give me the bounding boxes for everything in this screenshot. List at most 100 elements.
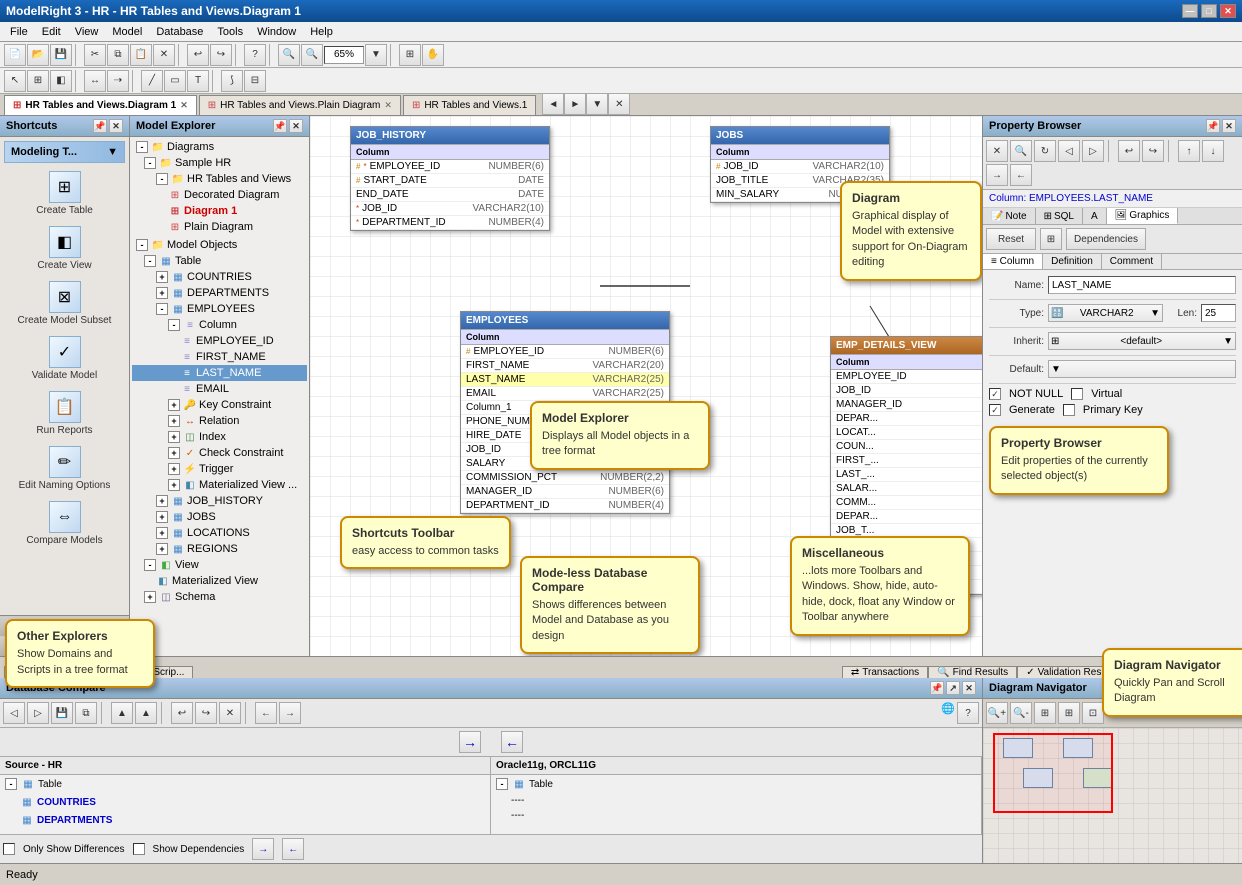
comp-undo[interactable]: ↩ <box>171 702 193 724</box>
compare-close[interactable]: ✕ <box>962 681 976 695</box>
redo-button[interactable]: ↪ <box>210 44 232 66</box>
rel-expand[interactable]: + <box>168 415 180 427</box>
new-button[interactable]: 📄 <box>4 44 26 66</box>
shortcut-validate[interactable]: ✓ Validate Model <box>4 332 125 385</box>
sample-hr-expand[interactable]: - <box>144 157 156 169</box>
menu-database[interactable]: Database <box>150 24 209 40</box>
edv-row-7[interactable]: LAST_... <box>831 468 982 482</box>
select-button[interactable]: ↖ <box>4 70 26 92</box>
prop-subtab-comment[interactable]: Comment <box>1102 254 1162 269</box>
prop-name-input[interactable] <box>1048 276 1236 294</box>
edv-row-0[interactable]: EMPLOYEE_ID <box>831 370 982 384</box>
loc-expand[interactable]: + <box>156 527 168 539</box>
prop-pin[interactable]: 📌 <box>1206 119 1220 133</box>
source-departments-node[interactable]: ▦ DEPARTMENTS <box>0 811 490 829</box>
tab-hr-tables[interactable]: ⊞ HR Tables and Views.1 <box>403 95 536 115</box>
employees-item[interactable]: - ▦ EMPLOYEES <box>132 301 307 317</box>
target-item-1[interactable]: ---- <box>491 808 981 823</box>
reg-expand[interactable]: + <box>156 543 168 555</box>
emp-row-9[interactable]: COMMISSION_PCT NUMBER(2,2) <box>461 471 669 485</box>
prop-redo[interactable]: ↪ <box>1142 140 1164 162</box>
comp-back[interactable]: ◁ <box>3 702 25 724</box>
show-deps-checkbox[interactable] <box>133 843 145 855</box>
comp-delete[interactable]: ✕ <box>219 702 241 724</box>
sync-left[interactable]: ← <box>501 731 523 753</box>
menu-window[interactable]: Window <box>251 24 302 40</box>
plain-diagram-item[interactable]: ⊞ Plain Diagram <box>132 219 307 235</box>
copy-button[interactable]: ⧉ <box>107 44 129 66</box>
primary-key-checkbox[interactable] <box>1063 404 1075 416</box>
mo-expand[interactable]: - <box>136 239 148 251</box>
only-diff-checkbox[interactable] <box>3 843 15 855</box>
nav-fit[interactable]: ⊞ <box>1034 702 1056 724</box>
cut-button[interactable]: ✂ <box>84 44 106 66</box>
nav-zoom-out[interactable]: 🔍- <box>1010 702 1032 724</box>
tab-plain-close[interactable]: ✕ <box>384 100 392 111</box>
prop-reset-btn[interactable]: Reset <box>986 228 1036 250</box>
jobs-item[interactable]: + ▦ JOBS <box>132 509 307 525</box>
view-tool[interactable]: ◧ <box>50 70 72 92</box>
shortcuts-pin[interactable]: 📌 <box>93 119 107 133</box>
email-item[interactable]: ≡ EMAIL <box>132 381 307 397</box>
bottom-tab-transactions[interactable]: ⇄ Transactions <box>842 666 928 678</box>
prop-search[interactable]: 🔍 <box>1010 140 1032 162</box>
prop-deps-icon[interactable]: ⊞ <box>1040 228 1062 250</box>
close-button[interactable]: ✕ <box>1220 4 1236 18</box>
mat-expand[interactable]: + <box>168 479 180 491</box>
edv-row-1[interactable]: JOB_ID <box>831 384 982 398</box>
footer-left[interactable]: ← <box>282 838 304 860</box>
regions-item[interactable]: + ▦ REGIONS <box>132 541 307 557</box>
tab-plain-diagram[interactable]: ⊞ HR Tables and Views.Plain Diagram ✕ <box>199 95 401 115</box>
comp-fwd[interactable]: ▷ <box>27 702 49 724</box>
diagram1-item[interactable]: ⊞ Diagram 1 <box>132 203 307 219</box>
explorer-pin[interactable]: 📌 <box>273 119 287 133</box>
menu-file[interactable]: File <box>4 24 34 40</box>
trigger-item[interactable]: + ⚡ Trigger <box>132 461 307 477</box>
comp-copy[interactable]: ⧉ <box>75 702 97 724</box>
prop-tab-note[interactable]: 📝 Note <box>983 208 1036 224</box>
virtual-checkbox[interactable] <box>1071 388 1083 400</box>
paste-button[interactable]: 📋 <box>130 44 152 66</box>
rel-tool[interactable]: ↔ <box>84 70 106 92</box>
zoom-out-button[interactable]: 🔍 <box>301 44 323 66</box>
jh-row-1[interactable]: # START_DATE DATE <box>351 174 549 188</box>
table-expand[interactable]: - <box>144 255 156 267</box>
prop-len-input[interactable] <box>1201 304 1236 322</box>
tab-diagram1[interactable]: ⊞ HR Tables and Views.Diagram 1 ✕ <box>4 95 197 115</box>
prop-close[interactable]: ✕ <box>1222 119 1236 133</box>
prop-up[interactable]: ↑ <box>1178 140 1200 162</box>
maximize-button[interactable]: □ <box>1201 4 1217 18</box>
save-button[interactable]: 💾 <box>50 44 72 66</box>
tgt-tbl-expand[interactable]: - <box>496 778 508 790</box>
prop-tab-sql[interactable]: ⊞ SQL <box>1036 208 1083 224</box>
jh-expand[interactable]: + <box>156 495 168 507</box>
table-section-item[interactable]: - ▦ Table <box>132 253 307 269</box>
prop-tab-graphics[interactable]: 🖼 Graphics <box>1107 208 1179 224</box>
edv-row-4[interactable]: LOCAT... <box>831 426 982 440</box>
prop-left[interactable]: ← <box>1010 164 1032 186</box>
edv-row-3[interactable]: DEPAR... <box>831 412 982 426</box>
footer-right[interactable]: → <box>252 838 274 860</box>
col-section-item[interactable]: - ≡ Column <box>132 317 307 333</box>
edv-row-10[interactable]: DEPAR... <box>831 510 982 524</box>
compare-float[interactable]: ↗ <box>946 681 960 695</box>
schema-expand[interactable]: + <box>144 591 156 603</box>
pan-button[interactable]: ✋ <box>422 44 444 66</box>
shortcut-create-table[interactable]: ⊞ Create Table <box>4 167 125 220</box>
prop-back[interactable]: ✕ <box>986 140 1008 162</box>
box-tool[interactable]: ▭ <box>164 70 186 92</box>
prop-subtab-definition[interactable]: Definition <box>1043 254 1102 269</box>
prop-inherit-select[interactable]: ⊞ <default> ▼ <box>1048 332 1236 350</box>
prop-deps-btn[interactable]: Dependencies <box>1066 228 1146 250</box>
idx-expand[interactable]: + <box>168 431 180 443</box>
mat-view-section-item[interactable]: ◧ Materialized View <box>132 573 307 589</box>
menu-edit[interactable]: Edit <box>36 24 67 40</box>
fk-tool[interactable]: ⇢ <box>107 70 129 92</box>
zoom-dropdown[interactable]: ▼ <box>365 44 387 66</box>
tab-diagram1-close[interactable]: ✕ <box>180 100 188 111</box>
comp-redo[interactable]: ↪ <box>195 702 217 724</box>
comp-up-to-target[interactable]: ▲ <box>135 702 157 724</box>
tab-scroll-left[interactable]: ◄ <box>542 93 564 115</box>
comp-left-arrow[interactable]: ← <box>255 702 277 724</box>
nav-nav[interactable]: ⊡ <box>1082 702 1104 724</box>
